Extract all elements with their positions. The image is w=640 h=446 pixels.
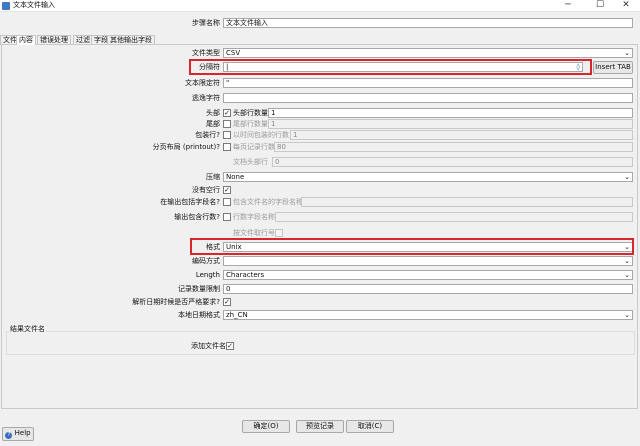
lenient-date-label: 解析日期时候是否严格要求?: [132, 298, 220, 306]
window-title: 文本文件输入: [13, 1, 55, 9]
result-file-group-title: 结果文件名: [9, 324, 46, 334]
file-type-value: CSV: [226, 49, 241, 57]
no-empty-label: 没有空行: [192, 186, 220, 194]
file-type-select[interactable]: CSV ⌄: [223, 48, 633, 58]
chevron-down-icon: ⌄: [624, 49, 630, 57]
compression-value: None: [226, 173, 245, 181]
file-type-label: 文件类型: [192, 49, 220, 57]
separator-highlight: [189, 59, 592, 75]
enclosure-label: 文本限定符: [185, 79, 220, 87]
rownum-field-input[interactable]: [275, 212, 633, 222]
rownum-by-file-label: 按文件取行号: [233, 229, 275, 237]
format-highlight: [190, 238, 634, 255]
paged-checkbox[interactable]: [223, 143, 231, 151]
wrap-lines-input[interactable]: 1: [290, 130, 633, 140]
wrap-label: 包装行?: [195, 131, 220, 139]
escape-input[interactable]: [223, 93, 633, 103]
step-name-label: 步骤名称: [192, 19, 220, 27]
filename-field-label: 包含文件名的字段名称: [233, 198, 303, 206]
lines-per-page-input[interactable]: 80: [274, 142, 633, 152]
lines-per-page-label: 每页记录行数: [233, 143, 275, 151]
chevron-down-icon: ⌄: [624, 311, 630, 319]
app-icon: [2, 2, 10, 10]
rownum-by-file-checkbox[interactable]: [275, 229, 283, 237]
header-lines-label: 头部行数量: [233, 109, 268, 117]
footer-lines-label: 尾部行数量: [233, 120, 268, 128]
enclosure-input[interactable]: ": [223, 78, 633, 88]
help-icon: ?: [5, 432, 13, 439]
include-filename-label: 在输出包括字段名?: [160, 198, 220, 206]
tab-content[interactable]: 内容: [16, 35, 36, 45]
compression-select[interactable]: None ⌄: [223, 172, 633, 182]
header-checkbox[interactable]: ✓: [223, 109, 231, 117]
step-name-input[interactable]: 文本文件输入: [223, 18, 633, 28]
header-lines-input[interactable]: 1: [268, 108, 633, 118]
escape-label: 逃逸字符: [192, 94, 220, 102]
chevron-down-icon: ⌄: [624, 257, 630, 265]
locale-value: zh_CN: [226, 311, 248, 319]
footer-label: 尾部: [206, 120, 220, 128]
no-empty-checkbox[interactable]: ✓: [223, 186, 231, 194]
paged-label: 分页布局 (printout)?: [152, 143, 220, 151]
title-bar: 文本文件输入 ─ ☐ ✕: [0, 0, 640, 12]
add-filename-label: 添加文件名: [191, 342, 226, 350]
length-select[interactable]: Characters ⌄: [223, 270, 633, 280]
footer-checkbox[interactable]: [223, 120, 231, 128]
length-label: Length: [195, 271, 220, 279]
lenient-date-checkbox[interactable]: ✓: [223, 298, 231, 306]
help-button[interactable]: ? Help: [2, 427, 34, 441]
wrap-lines-label: 以时间包装的行数: [233, 131, 289, 139]
add-filename-checkbox[interactable]: ✓: [226, 342, 234, 350]
include-filename-checkbox[interactable]: [223, 198, 231, 206]
compression-label: 压缩: [206, 173, 220, 181]
preview-button[interactable]: 预览记录: [296, 420, 344, 433]
limit-input[interactable]: 0: [223, 284, 633, 294]
limit-label: 记录数量限制: [178, 285, 220, 293]
help-label: Help: [14, 429, 31, 437]
ok-button[interactable]: 确定(O): [242, 420, 290, 433]
locale-select[interactable]: zh_CN ⌄: [223, 310, 633, 320]
locale-label: 本地日期格式: [178, 311, 220, 319]
chevron-down-icon: ⌄: [624, 271, 630, 279]
cancel-button[interactable]: 取消(C): [346, 420, 394, 433]
close-button[interactable]: ✕: [614, 0, 638, 11]
result-file-group: [6, 331, 635, 355]
footer-lines-input[interactable]: 1: [268, 119, 633, 129]
wrap-checkbox[interactable]: [223, 131, 231, 139]
rownum-field-label: 行数字段名称: [233, 213, 275, 221]
maximize-button[interactable]: ☐: [588, 0, 612, 11]
encoding-select[interactable]: ⌄: [223, 256, 633, 266]
doc-header-input[interactable]: 0: [272, 157, 633, 167]
insert-tab-button[interactable]: Insert TAB: [593, 61, 633, 74]
include-rownum-label: 输出包含行数?: [174, 213, 220, 221]
include-rownum-checkbox[interactable]: [223, 213, 231, 221]
encoding-label: 编码方式: [192, 257, 220, 265]
filename-field-input[interactable]: [301, 197, 633, 207]
header-label: 头部: [206, 109, 220, 117]
doc-header-label: 文档头部行: [233, 158, 268, 166]
chevron-down-icon: ⌄: [624, 173, 630, 181]
minimize-button[interactable]: ─: [556, 0, 580, 11]
length-value: Characters: [226, 271, 265, 279]
